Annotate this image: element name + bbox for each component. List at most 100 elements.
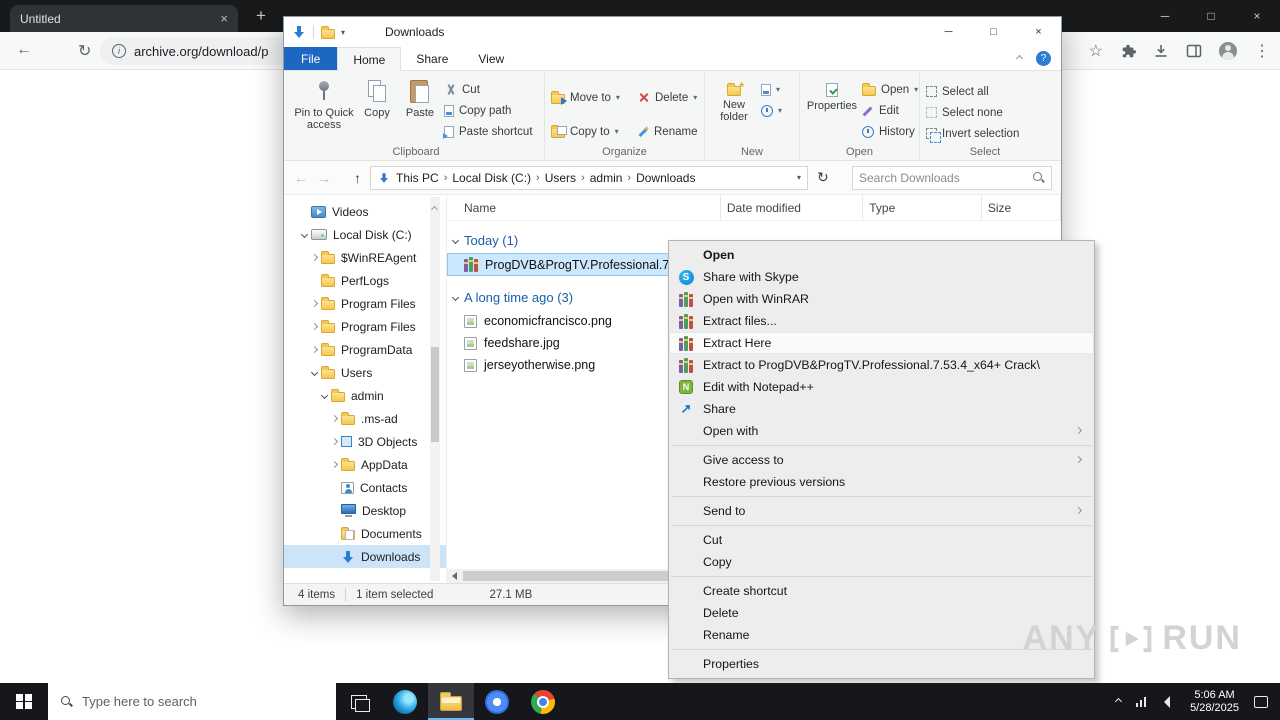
breadcrumb-admin[interactable]: admin [590, 171, 623, 185]
sidebar-item-appdata[interactable]: AppData [284, 453, 446, 476]
menu-item-extract-here[interactable]: Extract Here [669, 332, 1094, 354]
downloads-tray-icon[interactable] [1153, 43, 1169, 59]
pin-to-quick-access-button[interactable]: Pin to Quick access [294, 76, 354, 144]
column-header-name[interactable]: Name [464, 195, 721, 220]
delete-button[interactable]: Delete ▾ [637, 88, 709, 107]
breadcrumb-downloads[interactable]: Downloads [636, 171, 695, 185]
sidebar-item-winreagent[interactable]: $WinREAgent [284, 246, 446, 269]
side-panel-icon[interactable] [1186, 43, 1202, 59]
taskbar-chromium[interactable] [474, 683, 520, 720]
menu-item-extract-files[interactable]: Extract files... [669, 310, 1094, 332]
explorer-search-input[interactable] [859, 170, 1032, 185]
browser-minimize-button[interactable]: ─ [1142, 0, 1188, 32]
site-info-icon[interactable]: i [112, 44, 126, 58]
easy-access-button[interactable]: ▾ [761, 101, 782, 120]
back-icon[interactable]: ← [16, 41, 32, 59]
address-breadcrumb-bar[interactable]: This PC › Local Disk (C:) › Users › admi… [370, 165, 808, 190]
copy-to-button[interactable]: Copy to ▾ [551, 122, 635, 141]
sidebar-item-downloads[interactable]: Downloads [284, 545, 446, 568]
qat-folder-icon[interactable] [321, 25, 335, 39]
copy-path-button[interactable]: Copy path [444, 101, 533, 120]
breadcrumb-users[interactable]: Users [545, 171, 576, 185]
breadcrumb-chevron[interactable]: › [627, 172, 631, 184]
breadcrumb-chevron[interactable]: › [536, 172, 540, 184]
browser-close-button[interactable]: × [1234, 0, 1280, 32]
collapse-ribbon-icon[interactable] [1015, 54, 1024, 63]
sidebar-item-perflogs[interactable]: PerfLogs [284, 269, 446, 292]
taskbar-clock[interactable]: 5:06 AM 5/28/2025 [1190, 689, 1239, 715]
explorer-close-button[interactable]: × [1016, 17, 1061, 47]
new-folder-button[interactable]: New folder [711, 76, 757, 144]
browser-menu-icon[interactable]: ⋮ [1254, 41, 1270, 61]
menu-item-send-to[interactable]: Send to [669, 500, 1094, 522]
menu-item-share-with-skype[interactable]: S Share with Skype [669, 266, 1094, 288]
copy-button[interactable]: Copy [358, 76, 396, 144]
nav-forward-button[interactable]: → [317, 170, 331, 186]
open-button[interactable]: Open ▾ [862, 80, 918, 99]
breadcrumb-local-disk[interactable]: Local Disk (C:) [452, 171, 531, 185]
sidebar-item-users[interactable]: Users [284, 361, 446, 384]
hidden-icons-chevron[interactable] [1114, 697, 1122, 706]
tab-close-icon[interactable]: × [220, 11, 228, 26]
scroll-left-icon[interactable] [447, 572, 461, 580]
tab-share[interactable]: Share [401, 47, 463, 70]
properties-button[interactable]: Properties [806, 76, 858, 144]
task-view-button[interactable] [336, 683, 382, 720]
invert-selection-button[interactable]: Invert selection [926, 124, 1019, 143]
nav-back-button[interactable]: ← [294, 170, 308, 186]
group-collapse-icon[interactable] [451, 236, 460, 244]
breadcrumb-this-pc[interactable]: This PC [396, 171, 439, 185]
group-collapse-icon[interactable] [451, 293, 460, 301]
tab-file[interactable]: File [284, 47, 338, 70]
menu-item-open-with-winrar[interactable]: Open with WinRAR [669, 288, 1094, 310]
sidebar-scrollbar[interactable] [430, 197, 440, 583]
edit-button[interactable]: Edit [862, 101, 918, 120]
action-center-icon[interactable] [1254, 695, 1268, 708]
menu-item-extract-to-folder[interactable]: Extract to ProgDVB&ProgTV.Professional.7… [669, 354, 1094, 376]
sidebar-item-admin[interactable]: admin [284, 384, 446, 407]
volume-icon[interactable] [1161, 695, 1175, 708]
sidebar-item-documents[interactable]: Documents [284, 522, 446, 545]
new-item-button[interactable]: ▾ [761, 80, 782, 99]
taskbar-chrome[interactable] [520, 683, 566, 720]
sidebar-item-program-files[interactable]: Program Files [284, 292, 446, 315]
menu-item-open[interactable]: Open [669, 244, 1094, 266]
help-icon[interactable]: ? [1036, 51, 1051, 66]
breadcrumb-chevron[interactable]: › [581, 172, 585, 184]
select-all-button[interactable]: Select all [926, 82, 1019, 101]
browser-maximize-button[interactable]: □ [1188, 0, 1234, 32]
sidebar-item-contacts[interactable]: Contacts [284, 476, 446, 499]
move-to-button[interactable]: Move to ▾ [551, 88, 635, 107]
network-icon[interactable] [1135, 696, 1147, 707]
sidebar-item-3d-objects[interactable]: 3D Objects [284, 430, 446, 453]
sidebar-item-programdata[interactable]: ProgramData [284, 338, 446, 361]
tab-view[interactable]: View [463, 47, 519, 70]
column-header-date-modified[interactable]: Date modified [721, 195, 864, 220]
sidebar-item-videos[interactable]: Videos [284, 200, 446, 223]
paste-shortcut-button[interactable]: Paste shortcut [443, 122, 533, 141]
qat-customize-icon[interactable]: ▾ [341, 28, 345, 37]
nav-up-button[interactable]: ↑ [354, 170, 361, 186]
menu-item-cut[interactable]: Cut [669, 529, 1094, 551]
rename-button[interactable]: Rename [637, 122, 709, 141]
sidebar-item-program-files-x86[interactable]: Program Files [284, 315, 446, 338]
menu-item-edit-with-notepadpp[interactable]: N Edit with Notepad++ [669, 376, 1094, 398]
scrollbar-thumb[interactable] [431, 347, 439, 442]
menu-item-give-access-to[interactable]: Give access to [669, 449, 1094, 471]
bookmark-star-icon[interactable]: ☆ [1089, 41, 1103, 61]
explorer-maximize-button[interactable]: □ [971, 17, 1016, 47]
menu-item-restore-previous-versions[interactable]: Restore previous versions [669, 471, 1094, 493]
browser-tab[interactable]: Untitled × [10, 5, 238, 32]
sidebar-item-desktop[interactable]: Desktop [284, 499, 446, 522]
reload-icon[interactable]: ↻ [78, 41, 91, 61]
column-header-type[interactable]: Type [863, 195, 982, 220]
address-dropdown-icon[interactable]: ▾ [797, 173, 801, 182]
extensions-puzzle-icon[interactable] [1120, 43, 1136, 59]
sidebar-item-ms-ad[interactable]: .ms-ad [284, 407, 446, 430]
taskbar-file-explorer[interactable] [428, 683, 474, 720]
new-tab-button[interactable]: + [256, 6, 266, 26]
sidebar-item-local-disk-c[interactable]: Local Disk (C:) [284, 223, 446, 246]
menu-item-share[interactable]: ↗ Share [669, 398, 1094, 420]
select-none-button[interactable]: Select none [926, 103, 1019, 122]
paste-button[interactable]: Paste [400, 76, 440, 144]
